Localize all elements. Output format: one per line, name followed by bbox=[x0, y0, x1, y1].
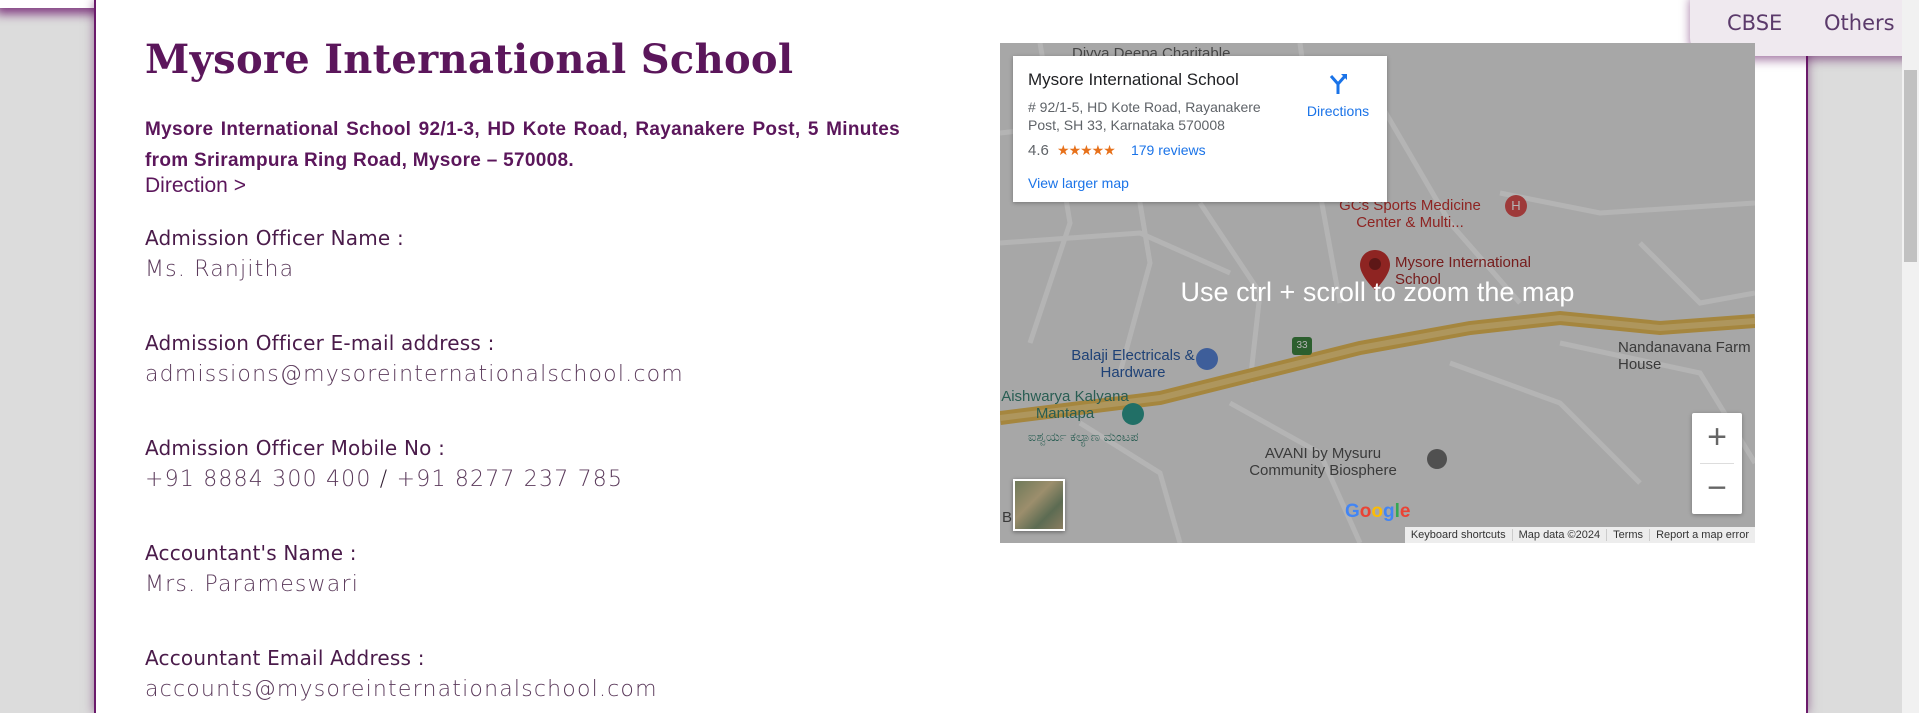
embedded-map[interactable]: Divya Deepa Charitable GCs Sports Medici… bbox=[1000, 43, 1755, 543]
page-title: Mysore International School bbox=[145, 36, 794, 83]
contact-value: Mrs. Parameswari bbox=[145, 572, 360, 597]
rating-value: 4.6 bbox=[1028, 142, 1049, 159]
zoom-out-button[interactable]: − bbox=[1692, 464, 1742, 514]
contact-value: +91 8884 300 400 / +91 8277 237 785 bbox=[145, 467, 623, 492]
terms-link[interactable]: Terms bbox=[1606, 529, 1649, 541]
directions-icon bbox=[1329, 74, 1347, 94]
scrollbar-thumb[interactable] bbox=[1904, 70, 1917, 262]
report-map-error-link[interactable]: Report a map error bbox=[1649, 529, 1755, 541]
satellite-toggle-button[interactable] bbox=[1013, 479, 1065, 531]
directions-button[interactable]: Directions bbox=[1298, 70, 1378, 119]
phone-number-1[interactable]: +91 8884 300 400 bbox=[145, 467, 372, 492]
directions-label: Directions bbox=[1306, 103, 1370, 119]
contact-admission-email: Admission Officer E-mail address : admis… bbox=[145, 331, 684, 387]
direction-link[interactable]: Direction > bbox=[145, 174, 246, 198]
nav-item-others[interactable]: Others bbox=[1824, 11, 1895, 35]
map-attribution: Keyboard shortcuts Map data ©2024 Terms … bbox=[1404, 527, 1755, 543]
zoom-in-button[interactable]: + bbox=[1692, 413, 1742, 463]
contact-label: Admission Officer E-mail address : bbox=[145, 331, 495, 355]
contact-admission-mobile: Admission Officer Mobile No : +91 8884 3… bbox=[145, 436, 623, 492]
map-data-label: Map data ©2024 bbox=[1511, 529, 1607, 541]
place-title: Mysore International School bbox=[1028, 70, 1239, 89]
phone-separator: / bbox=[379, 467, 389, 492]
contact-label: Admission Officer Mobile No : bbox=[145, 436, 446, 460]
school-address: Mysore International School 92/1-3, HD K… bbox=[145, 119, 900, 171]
contact-label: Accountant Email Address : bbox=[145, 646, 425, 670]
keyboard-shortcuts-link[interactable]: Keyboard shortcuts bbox=[1405, 529, 1512, 541]
google-logo: Google bbox=[1345, 501, 1411, 522]
contact-accountant-name: Accountant's Name : Mrs. Parameswari bbox=[145, 541, 359, 597]
map-zoom-hint: Use ctrl + scroll to zoom the map bbox=[1180, 277, 1575, 307]
zoom-controls: + − bbox=[1692, 413, 1742, 514]
phone-number-2[interactable]: +91 8277 237 785 bbox=[397, 467, 624, 492]
contact-value: Ms. Ranjitha bbox=[145, 257, 295, 282]
place-rating: 4.6 ★★★★★ 179 reviews bbox=[1028, 142, 1206, 159]
place-address: # 92/1-5, HD Kote Road, Rayanakere Post,… bbox=[1028, 99, 1261, 133]
place-info-card: Mysore International School # 92/1-5, HD… bbox=[1013, 56, 1387, 202]
rating-stars-icon: ★★★★★ bbox=[1057, 142, 1116, 158]
nav-item-cbse[interactable]: CBSE bbox=[1727, 11, 1782, 35]
reviews-link[interactable]: 179 reviews bbox=[1131, 142, 1206, 158]
contact-value[interactable]: admissions@mysoreinternationalschool.com bbox=[145, 362, 684, 387]
contact-accountant-email: Accountant Email Address : accounts@myso… bbox=[145, 646, 658, 702]
contact-admission-name: Admission Officer Name : Ms. Ranjitha bbox=[145, 226, 404, 282]
contact-label: Admission Officer Name : bbox=[145, 226, 404, 250]
contact-value[interactable]: accounts@mysoreinternationalschool.com bbox=[145, 677, 658, 702]
contact-label: Accountant's Name : bbox=[145, 541, 357, 565]
view-larger-map-link[interactable]: View larger map bbox=[1028, 175, 1129, 191]
